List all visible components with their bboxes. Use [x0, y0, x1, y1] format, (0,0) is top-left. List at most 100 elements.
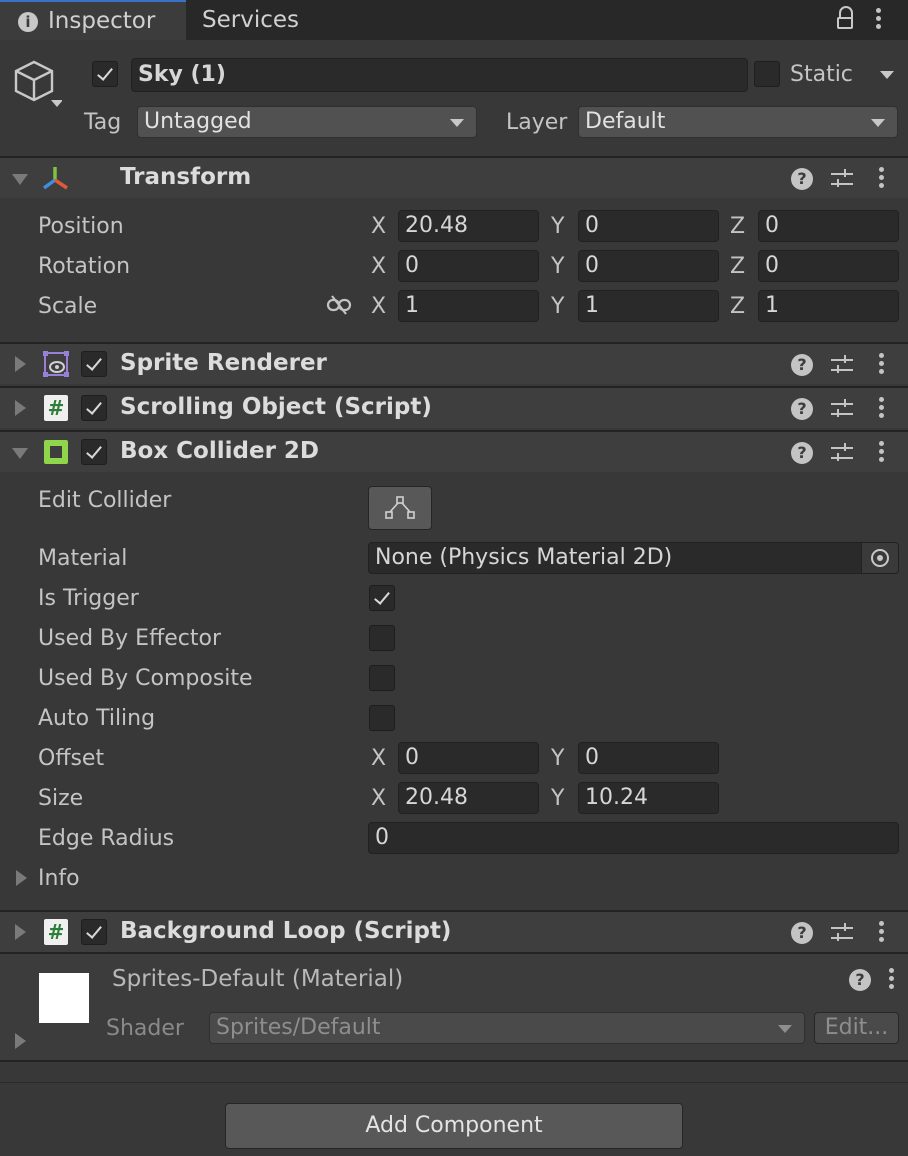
help-icon[interactable]: ?: [791, 442, 813, 464]
sprite-renderer-enabled-checkbox[interactable]: [81, 351, 107, 377]
lock-icon[interactable]: [836, 6, 856, 32]
shader-value: Sprites/Default: [216, 1015, 381, 1040]
axis-y-label: Y: [551, 294, 565, 319]
scale-x-field[interactable]: 1: [398, 290, 539, 322]
shader-edit-button[interactable]: Edit...: [814, 1012, 899, 1044]
material-foldout-icon[interactable]: [15, 1033, 26, 1049]
shader-label: Shader: [106, 1016, 184, 1041]
position-x-field[interactable]: 20.48: [398, 210, 539, 242]
foldout-collapsed-icon[interactable]: [15, 400, 26, 416]
presets-icon[interactable]: [831, 168, 855, 190]
tag-dropdown[interactable]: Untagged: [137, 106, 477, 138]
offset-y-field[interactable]: 0: [578, 742, 719, 774]
position-label: Position: [38, 214, 124, 239]
tag-label: Tag: [84, 110, 122, 135]
rotation-z-field[interactable]: 0: [758, 250, 899, 282]
presets-icon[interactable]: [831, 922, 855, 944]
used-by-effector-checkbox[interactable]: [369, 625, 395, 651]
axis-y-label: Y: [551, 786, 565, 811]
box-collider-title: Box Collider 2D: [120, 438, 320, 464]
axis-y-label: Y: [551, 254, 565, 279]
used-by-composite-checkbox[interactable]: [369, 665, 395, 691]
static-checkbox[interactable]: [754, 61, 780, 87]
chevron-down-icon: [450, 119, 464, 127]
help-icon[interactable]: ?: [791, 168, 813, 190]
help-icon[interactable]: ?: [791, 354, 813, 376]
tab-services[interactable]: Services: [202, 0, 299, 40]
axis-x-label: X: [371, 254, 387, 279]
position-z-field[interactable]: 0: [758, 210, 899, 242]
offset-x-field[interactable]: 0: [398, 742, 539, 774]
presets-icon[interactable]: [831, 442, 855, 464]
static-label: Static: [790, 62, 853, 87]
static-dropdown-caret-icon[interactable]: [880, 71, 894, 79]
shader-dropdown[interactable]: Sprites/Default: [209, 1012, 805, 1044]
info-foldout-label[interactable]: Info: [38, 866, 80, 891]
gameobject-active-checkbox[interactable]: [92, 61, 118, 87]
edge-radius-field[interactable]: 0: [368, 822, 899, 854]
size-y-field[interactable]: 10.24: [578, 782, 719, 814]
gameobject-name-field[interactable]: Sky (1): [131, 58, 748, 92]
chevron-down-icon: [871, 119, 885, 127]
layer-dropdown[interactable]: Default: [578, 106, 898, 138]
info-foldout-icon[interactable]: [16, 870, 27, 886]
rotation-y-field[interactable]: 0: [578, 250, 719, 282]
box-collider-enabled-checkbox[interactable]: [81, 439, 107, 465]
cube-icon: [12, 58, 63, 114]
sprite-renderer-icon: [42, 350, 70, 378]
component-menu-icon[interactable]: [879, 921, 885, 945]
background-loop-header[interactable]: # Background Loop (Script) ?: [0, 910, 908, 952]
scale-label: Scale: [38, 294, 98, 319]
scrolling-object-header[interactable]: # Scrolling Object (Script) ?: [0, 386, 908, 428]
scrolling-object-enabled-checkbox[interactable]: [81, 395, 107, 421]
scrolling-object-title: Scrolling Object (Script): [120, 394, 432, 420]
rotation-label: Rotation: [38, 254, 131, 279]
scale-z-field[interactable]: 1: [758, 290, 899, 322]
help-icon[interactable]: ?: [791, 398, 813, 420]
foldout-expanded-icon[interactable]: [12, 174, 28, 185]
add-component-button[interactable]: Add Component: [225, 1103, 683, 1149]
component-menu-icon[interactable]: [879, 353, 885, 377]
material-object-field[interactable]: None (Physics Material 2D): [368, 542, 899, 574]
is-trigger-checkbox[interactable]: [369, 585, 395, 611]
transform-header[interactable]: Transform ?: [0, 156, 908, 198]
edit-collider-button[interactable]: [368, 486, 432, 530]
size-x-field[interactable]: 20.48: [398, 782, 539, 814]
sprite-renderer-header[interactable]: Sprite Renderer ?: [0, 342, 908, 384]
rotation-x-field[interactable]: 0: [398, 250, 539, 282]
transform-axes-icon: [40, 164, 70, 192]
axis-z-label: Z: [730, 254, 746, 279]
box-collider-header[interactable]: Box Collider 2D ?: [0, 430, 908, 472]
foldout-collapsed-icon[interactable]: [15, 356, 26, 372]
axis-y-label: Y: [551, 746, 565, 771]
edge-radius-label: Edge Radius: [38, 826, 175, 851]
window-menu-icon[interactable]: [876, 8, 882, 32]
is-trigger-label: Is Trigger: [38, 586, 139, 611]
component-menu-icon[interactable]: [879, 441, 885, 465]
script-hash-icon: #: [44, 395, 68, 421]
presets-icon[interactable]: [831, 398, 855, 420]
foldout-expanded-icon[interactable]: [12, 448, 28, 459]
sprite-renderer-title: Sprite Renderer: [120, 350, 327, 376]
tag-value: Untagged: [144, 109, 252, 134]
help-icon[interactable]: ?: [791, 922, 813, 944]
component-menu-icon[interactable]: [879, 167, 885, 191]
object-picker-icon[interactable]: [861, 543, 898, 573]
unlinked-chain-icon[interactable]: [326, 294, 352, 316]
offset-label: Offset: [38, 746, 105, 771]
foldout-collapsed-icon[interactable]: [15, 924, 26, 940]
background-loop-enabled-checkbox[interactable]: [81, 919, 107, 945]
material-menu-icon[interactable]: [889, 968, 895, 992]
scale-y-field[interactable]: 1: [578, 290, 719, 322]
component-menu-icon[interactable]: [879, 397, 885, 421]
position-y-field[interactable]: 0: [578, 210, 719, 242]
help-icon[interactable]: ?: [849, 969, 871, 991]
used-by-effector-label: Used By Effector: [38, 626, 221, 651]
auto-tiling-checkbox[interactable]: [369, 705, 395, 731]
presets-icon[interactable]: [831, 354, 855, 376]
tab-inspector[interactable]: i Inspector: [0, 0, 186, 40]
axis-x-label: X: [371, 214, 387, 239]
info-icon: i: [18, 12, 38, 32]
size-label: Size: [38, 786, 84, 811]
divider: [0, 1082, 908, 1083]
